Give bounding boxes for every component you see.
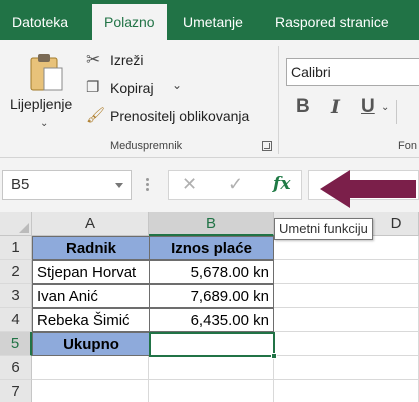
ribbon-tab-bar: Datoteka Polazno Umetanje Raspored stran… xyxy=(0,0,419,40)
copy-label: Kopiraj xyxy=(110,80,154,96)
paste-dropdown-icon: ⌄ xyxy=(40,118,49,129)
cell-empty[interactable] xyxy=(274,332,419,356)
font-name-box[interactable]: Calibri xyxy=(286,58,419,86)
tab-home[interactable]: Polazno xyxy=(92,4,167,40)
row-header-4[interactable]: 4 xyxy=(0,308,32,332)
copy-button[interactable]: ❐ Kopiraj ⌄ xyxy=(84,78,194,100)
group-divider xyxy=(278,46,279,154)
cell-a2[interactable]: Stjepan Horvat xyxy=(32,260,150,284)
paste-button[interactable]: Lijepljenje ⌄ xyxy=(6,48,78,132)
cell-b5-selected[interactable] xyxy=(149,332,275,357)
name-box-value: B5 xyxy=(11,176,30,193)
enter-check-icon[interactable]: ✓ xyxy=(228,174,243,195)
cancel-icon[interactable]: ✕ xyxy=(182,174,197,195)
format-painter-button[interactable]: 🖌 Prenositelj oblikovanja xyxy=(84,106,274,128)
bold-button[interactable]: B xyxy=(296,96,310,118)
cell-b4[interactable]: 6,435.00 kn xyxy=(149,308,274,332)
cell-empty[interactable] xyxy=(274,308,419,332)
row-header-1[interactable]: 1 xyxy=(0,236,32,260)
row-header-5[interactable]: 5 xyxy=(0,332,32,356)
row-header-7[interactable]: 7 xyxy=(0,380,32,402)
cell-a1[interactable]: Radnik xyxy=(32,236,150,260)
cell-empty[interactable] xyxy=(274,356,419,380)
font-group-label: Fon xyxy=(398,140,417,152)
cell-empty[interactable] xyxy=(274,260,419,284)
cell-a4[interactable]: Rebeka Šimić xyxy=(32,308,150,332)
paste-label: Lijepljenje xyxy=(10,96,73,112)
row-header-2[interactable]: 2 xyxy=(0,260,32,284)
cell-b1[interactable]: Iznos plaće xyxy=(149,236,274,260)
cell-empty[interactable] xyxy=(32,356,149,380)
insert-function-button[interactable]: fx xyxy=(273,174,290,194)
row-header-6[interactable]: 6 xyxy=(0,356,32,380)
italic-button[interactable]: I xyxy=(331,96,340,118)
scissors-icon: ✂ xyxy=(86,50,101,69)
cell-empty[interactable] xyxy=(32,380,149,402)
copy-icon: ❐ xyxy=(86,79,100,96)
insert-function-tooltip: Umetni funkciju xyxy=(274,218,373,240)
fill-handle[interactable] xyxy=(271,353,277,359)
column-header-b[interactable]: B xyxy=(149,212,274,236)
name-box[interactable]: B5 xyxy=(2,170,132,200)
font-divider xyxy=(396,100,397,124)
tab-file[interactable]: Datoteka xyxy=(12,0,68,40)
select-all-corner[interactable] xyxy=(0,212,32,236)
column-header-a[interactable]: A xyxy=(32,212,149,236)
ribbon-panel: Lijepljenje ⌄ ✂ Izreži ❐ Kopiraj ⌄ 🖌 Pre… xyxy=(0,40,419,158)
cell-a3[interactable]: Ivan Anić xyxy=(32,284,150,308)
cut-button[interactable]: ✂ Izreži xyxy=(84,50,184,72)
clipboard-icon xyxy=(30,54,63,91)
tab-insert[interactable]: Umetanje xyxy=(183,0,243,40)
underline-button[interactable]: U xyxy=(361,96,375,118)
tab-page-layout[interactable]: Raspored stranice xyxy=(275,0,389,40)
drag-handle-icon[interactable] xyxy=(146,178,149,192)
clipboard-group-label: Međuspremnik xyxy=(110,140,183,152)
cell-b2[interactable]: 5,678.00 kn xyxy=(149,260,274,284)
cell-empty[interactable] xyxy=(149,380,274,402)
cut-label: Izreži xyxy=(110,52,144,68)
row-header-3[interactable]: 3 xyxy=(0,284,32,308)
copy-dropdown-icon[interactable]: ⌄ xyxy=(172,78,182,92)
cell-empty[interactable] xyxy=(274,380,419,402)
cell-a5[interactable]: Ukupno xyxy=(32,332,150,356)
format-painter-label: Prenositelj oblikovanja xyxy=(110,108,250,124)
clipboard-dialog-launcher-icon[interactable] xyxy=(262,141,272,151)
left-arrow-annotation-icon xyxy=(320,170,416,208)
spreadsheet-grid: A B D 1 2 3 4 5 6 7 Radnik Iznos plaće S… xyxy=(0,212,419,402)
underline-dropdown-icon[interactable]: ⌄ xyxy=(381,102,389,113)
cell-b3[interactable]: 7,689.00 kn xyxy=(149,284,274,308)
paintbrush-icon: 🖌 xyxy=(86,107,106,124)
cell-empty[interactable] xyxy=(149,356,274,380)
cell-empty[interactable] xyxy=(274,284,419,308)
name-box-dropdown-icon[interactable] xyxy=(115,183,123,188)
